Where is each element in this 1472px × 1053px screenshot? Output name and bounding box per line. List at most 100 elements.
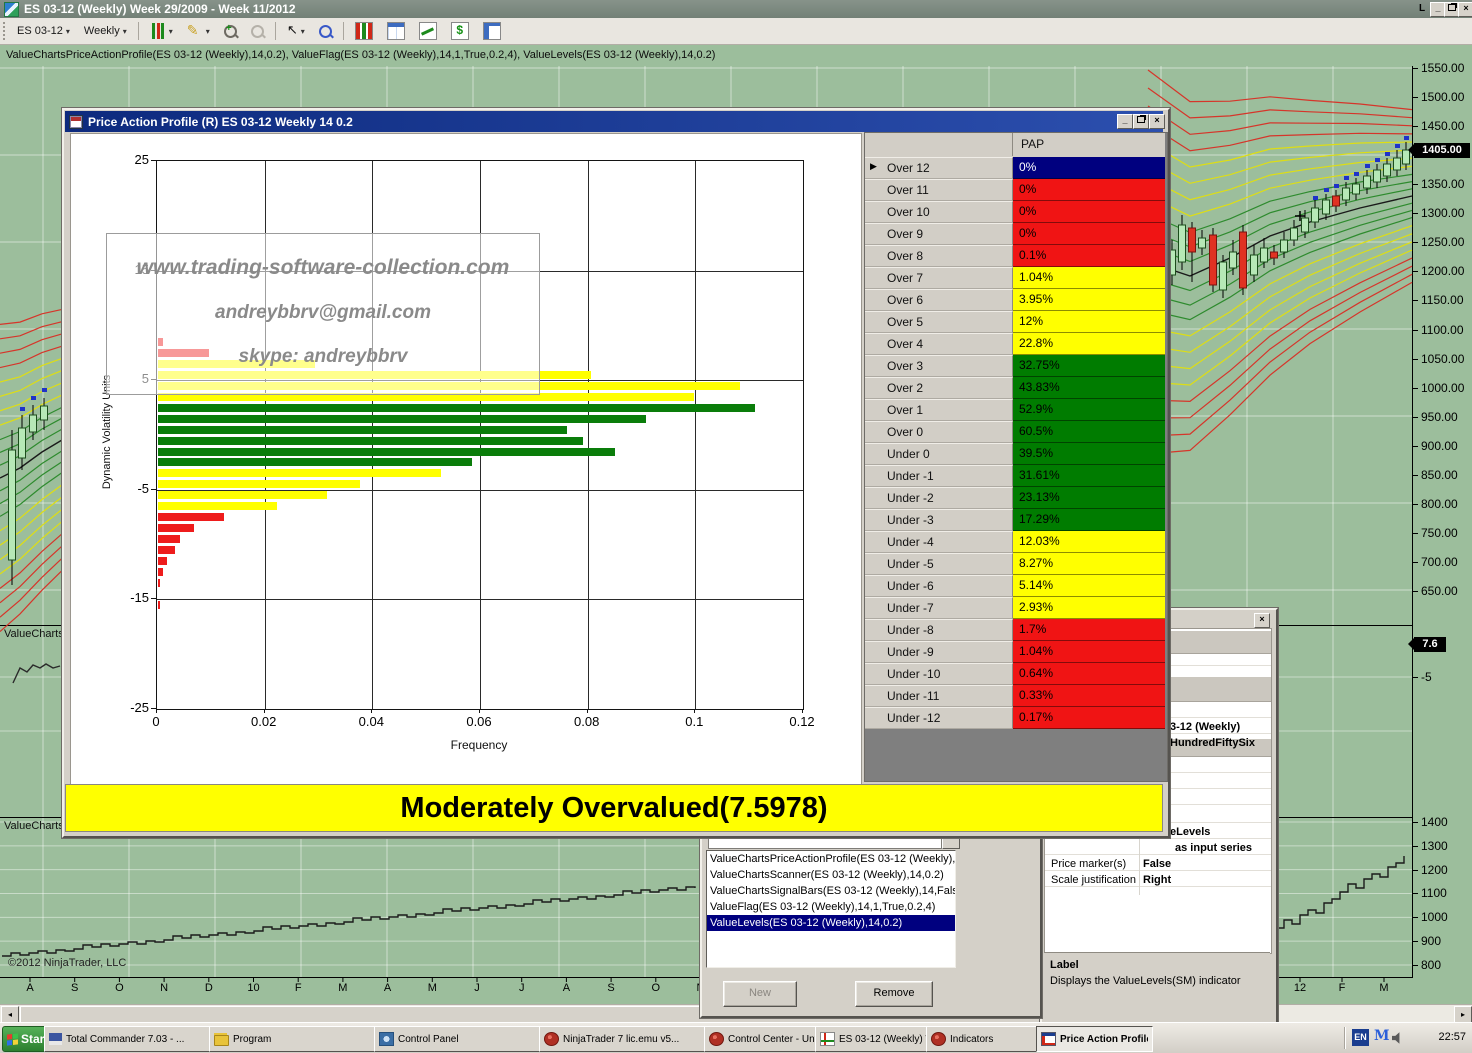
table-row[interactable]: Under -58.27% [865, 553, 1165, 575]
remove-button[interactable]: Remove [855, 981, 933, 1007]
pap-titlebar[interactable]: Price Action Profile (R) ES 03-12 Weekly… [65, 111, 1163, 132]
table-row[interactable]: Under -120.17% [865, 707, 1165, 729]
month-label: J [474, 982, 480, 994]
price-action-profile-window: Price Action Profile (R) ES 03-12 Weekly… [62, 108, 1170, 838]
month-label: A [563, 982, 570, 994]
folder-icon [214, 1035, 229, 1046]
account-button[interactable]: $ [446, 19, 474, 43]
pap-window-icon [69, 115, 83, 129]
table-row[interactable]: Under -223.13% [865, 487, 1165, 509]
taskbar-button[interactable]: Indicators [926, 1026, 1043, 1052]
instrument-selector[interactable]: ES 03-12▾ [12, 22, 75, 40]
tray-app-icon[interactable]: M [1374, 1028, 1390, 1044]
list-item[interactable]: ValueLevels(ES 03-12 (Weekly),14,0.2) [707, 915, 955, 931]
nt-icon [931, 1032, 946, 1046]
configured-indicators-list[interactable]: ValueChartsPriceActionProfile(ES 03-12 (… [706, 850, 956, 968]
toolbar-grip[interactable] [3, 22, 8, 40]
axis-tick [1412, 97, 1418, 98]
y-tick [151, 160, 156, 161]
month-label: F [295, 982, 302, 994]
table-row[interactable]: Over 422.8% [865, 333, 1165, 355]
table-row[interactable]: Over 512% [865, 311, 1165, 333]
help-title: Label [1050, 959, 1079, 971]
list-item[interactable]: ValueFlag(ES 03-12 (Weekly),14,1,True,0.… [707, 899, 955, 915]
axis-tick [1412, 446, 1418, 447]
y-tick-label: 25 [109, 152, 149, 167]
chart-grid-button[interactable] [382, 19, 410, 43]
table-row[interactable]: Over 243.83% [865, 377, 1165, 399]
market-analyzer-button[interactable] [350, 19, 378, 43]
table-row[interactable]: Under -110.33% [865, 685, 1165, 707]
taskbar-button[interactable]: Control Panel [374, 1026, 546, 1052]
histogram-bar [158, 491, 327, 499]
cursor-button[interactable]: ↖▾ [282, 20, 310, 42]
new-button[interactable]: New [723, 981, 797, 1007]
chart-style-button[interactable]: ▾ [145, 20, 178, 42]
table-row[interactable]: Over 90% [865, 223, 1165, 245]
table-row[interactable]: Over 12▶0% [865, 157, 1165, 179]
table-row[interactable]: Over 63.95% [865, 289, 1165, 311]
table-row[interactable]: Under -317.29% [865, 509, 1165, 531]
table-row[interactable]: Over 332.75% [865, 355, 1165, 377]
list-item[interactable]: ValueChartsScanner(ES 03-12 (Weekly),14,… [707, 867, 955, 883]
maximize-button[interactable] [1133, 114, 1149, 129]
table-row[interactable]: Over 71.04% [865, 267, 1165, 289]
taskbar-button[interactable]: Total Commander 7.03 - ... [44, 1026, 216, 1052]
histogram-bar [158, 426, 567, 434]
table-row[interactable]: Over 100% [865, 201, 1165, 223]
language-indicator[interactable]: EN [1352, 1029, 1369, 1046]
close-button[interactable]: × [1254, 613, 1270, 628]
row-value: 0% [1013, 223, 1165, 245]
table-row[interactable]: Under -131.61% [865, 465, 1165, 487]
period-selector[interactable]: Weekly▾ [79, 22, 132, 40]
table-row[interactable]: Over 152.9% [865, 399, 1165, 421]
data-box-button[interactable] [314, 22, 337, 41]
y-tick-label: -5 [109, 481, 149, 496]
month-label: S [71, 982, 78, 994]
list-item[interactable]: ValueChartsSignalBars(ES 03-12 (Weekly),… [707, 883, 955, 899]
close-button[interactable]: × [1149, 114, 1165, 129]
table-row[interactable]: Over 80.1% [865, 245, 1165, 267]
last-price-marker: 1405.00 [1414, 143, 1470, 158]
taskbar-button[interactable]: Control Center - Untitled1 [704, 1026, 822, 1052]
property-label: Scale justification [1051, 874, 1136, 886]
volume-icon[interactable] [1392, 1032, 1404, 1044]
close-button[interactable]: × [1458, 2, 1472, 17]
panel-icon [483, 22, 501, 40]
x-tick [371, 709, 372, 713]
price-axis-label: 1050.00 [1421, 352, 1464, 366]
watermark-line3: skype: andreybbrv [107, 346, 539, 368]
month-label: A [26, 982, 33, 994]
row-value: 5.14% [1013, 575, 1165, 597]
taskbar-button[interactable]: ES 03-12 (Weekly) Wee... [815, 1026, 933, 1052]
taskbar-button[interactable]: Program [209, 1026, 381, 1052]
axis-tick [1412, 184, 1418, 185]
axis-tick [1412, 677, 1418, 678]
row-value: 8.27% [1013, 553, 1165, 575]
table-row[interactable]: Under -100.64% [865, 663, 1165, 685]
table-row[interactable]: Under -91.04% [865, 641, 1165, 663]
taskbar-button-label: Program [233, 1034, 271, 1045]
axis-tick [1412, 504, 1418, 505]
table-row[interactable]: Under -65.14% [865, 575, 1165, 597]
minimize-button[interactable]: _ [1117, 114, 1133, 129]
month-label: M [428, 982, 437, 994]
row-value: 0% [1013, 201, 1165, 223]
table-row[interactable]: Over 060.5% [865, 421, 1165, 443]
table-row[interactable]: Under -412.03% [865, 531, 1165, 553]
table-row[interactable]: Under -81.7% [865, 619, 1165, 641]
property-value: Right [1143, 874, 1171, 886]
indicator-button[interactable] [414, 19, 442, 43]
taskbar-button[interactable]: Price Action Profile (R... [1036, 1026, 1153, 1052]
properties-button[interactable] [478, 19, 506, 43]
table-row[interactable]: Under 039.5% [865, 443, 1165, 465]
zoom-in-button[interactable] [219, 22, 242, 41]
list-item[interactable]: ValueChartsPriceActionProfile(ES 03-12 (… [707, 851, 955, 867]
draw-button[interactable]: ✎▾ [182, 20, 215, 42]
taskbar-button[interactable]: NinjaTrader 7 lic.emu v5... [539, 1026, 711, 1052]
row-value: 12.03% [1013, 531, 1165, 553]
zoom-out-button[interactable] [246, 22, 269, 41]
axis-tick [1412, 893, 1418, 894]
table-row[interactable]: Over 110% [865, 179, 1165, 201]
table-row[interactable]: Under -72.93% [865, 597, 1165, 619]
